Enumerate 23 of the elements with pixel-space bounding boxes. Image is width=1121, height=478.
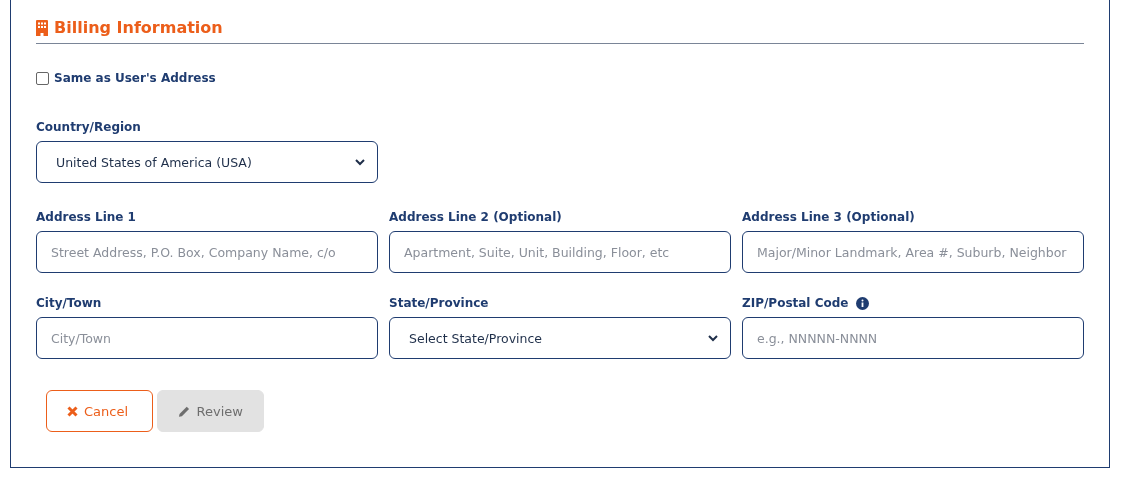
input-field[interactable]: Apartment, Suite, Unit, Building, Floor, etc [389, 231, 731, 273]
field-label: City/Town [36, 296, 102, 310]
field-label: Address Line 2 (Optional) [389, 210, 562, 224]
select-field[interactable]: United States of America (USA) [36, 141, 378, 183]
input-field[interactable]: Street Address, P.O. Box, Company Name, c/o [36, 231, 378, 273]
field-label: Country/Region [36, 120, 141, 134]
input-field[interactable]: City/Town [36, 317, 378, 359]
field-label: Address Line 3 (Optional) [742, 210, 915, 224]
field-label: State/Province [389, 296, 489, 310]
select-field[interactable]: Select State/Province [389, 317, 731, 359]
field-label: ZIP/Postal Code [742, 296, 849, 310]
section-title: Billing Information [54, 18, 223, 37]
checkbox[interactable] [36, 71, 49, 85]
building-icon [36, 19, 48, 36]
field-label: Address Line 1 [36, 210, 136, 224]
input-field[interactable]: Major/Minor Landmark, Area #, Suburb, Neighbor [742, 231, 1084, 273]
chevron-down-icon [355, 158, 365, 166]
checkbox-label: Same as User's Address [54, 71, 216, 85]
input-field[interactable]: e.g., NNNNN-NNNN [742, 317, 1084, 359]
close-icon [67, 405, 78, 417]
info-icon[interactable] [856, 296, 870, 310]
pencil-icon [178, 404, 191, 418]
chevron-down-icon [708, 334, 718, 342]
